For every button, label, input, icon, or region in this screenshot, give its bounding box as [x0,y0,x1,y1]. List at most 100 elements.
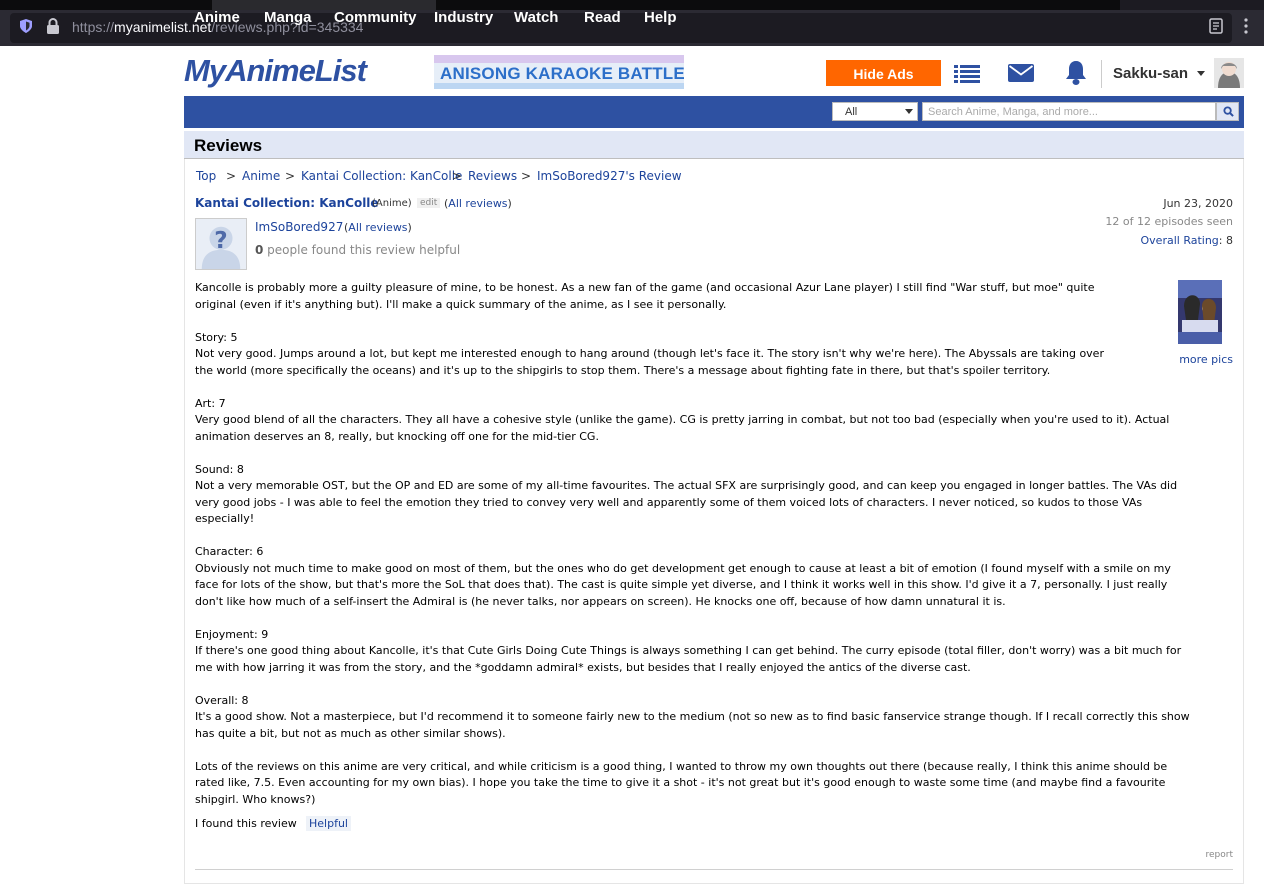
review-line: don't like how much of a self-insert the… [195,594,1006,608]
review-line: Sound: 8 [195,462,244,476]
anime-list-icon[interactable] [954,64,980,84]
review-line: very good jobs - I was able to feel the … [195,495,1143,509]
review-line: face for lots of the show, but that's mo… [195,578,1168,591]
chevron-down-icon[interactable] [1197,71,1205,76]
browser-tab[interactable] [1120,0,1264,10]
reader-view-icon[interactable] [1209,18,1223,34]
review-line: It's a good show. Not a masterpiece, but… [195,710,1190,723]
nav-read[interactable]: Read [584,9,621,26]
review-line: Kancolle is probably more a guilty pleas… [195,281,1095,294]
page-title: Reviews [194,136,263,155]
review-text: Kancolle is probably more a guilty pleas… [195,280,1225,808]
review-line: the world (more specifically the oceans)… [195,363,1051,377]
anime-title-link[interactable]: Kantai Collection: KanColle [195,196,379,210]
browser-tab-strip [0,0,1264,10]
site-logo[interactable]: MyAnimeList [184,53,367,89]
breadcrumb-separator: > [226,169,237,183]
review-line: Not a very memorable OST, but the OP and… [195,479,1178,492]
nav-help[interactable]: Help [644,9,677,26]
helpful-button[interactable]: Helpful [306,816,351,831]
review-line: Art: 7 [195,396,226,410]
tracking-shield-icon[interactable] [20,19,32,33]
reviewer-all-reviews-group: (All reviews) [344,221,412,234]
nav-industry[interactable]: Industry [434,9,493,26]
breadcrumb-title[interactable]: Kantai Collection: KanColle [301,169,462,183]
overall-rating-label: Overall Rating [1140,234,1219,247]
anime-type: (Anime) [372,198,412,209]
episodes-seen: 12 of 12 episodes seen [1105,215,1233,228]
search-category-select[interactable]: All [832,102,918,121]
search-button[interactable] [1216,102,1239,121]
banner-text: ANISONG KARAOKE BATTLE [440,64,684,83]
review-line: especially! [195,512,255,525]
search-input[interactable]: Search Anime, Manga, and more... [922,102,1216,121]
review-line: Character: 6 [195,545,264,558]
report-link[interactable]: report [1180,850,1234,860]
reviewer-all-reviews-link[interactable]: All reviews [348,221,407,234]
reviewer-avatar[interactable]: ? [195,218,247,270]
lock-icon[interactable] [46,18,60,34]
review-line: Story: 5 [195,330,238,344]
overall-rating: Overall Rating: 8 [1100,234,1233,247]
breadcrumb-separator: > [285,169,296,183]
found-helpful-label: I found this review [195,817,297,830]
review-date: Jun 23, 2020 [1163,197,1233,210]
divider [195,869,1233,870]
review-line: Overall: 8 [195,693,249,707]
header-divider [1101,60,1102,88]
hide-ads-button[interactable]: Hide Ads [826,60,941,86]
breadcrumb-anime[interactable]: Anime [242,169,280,183]
search-category-value: All [845,106,858,118]
edit-link[interactable]: edit [417,198,441,208]
avatar-image [1214,58,1244,88]
breadcrumb-top[interactable]: Top [196,169,216,183]
svg-text:?: ? [214,228,227,254]
nav-watch[interactable]: Watch [514,9,558,26]
paren-close: ) [507,197,512,210]
user-avatar[interactable] [1214,58,1244,88]
review-line: Not very good. Jumps around a lot, but k… [195,347,1104,360]
breadcrumb-current[interactable]: ImSoBored927's Review [537,169,682,183]
review-line: Obviously not much time to make good on … [195,561,1171,575]
more-menu-icon[interactable] [1243,17,1249,35]
search-icon [1223,106,1234,117]
review-line: original (even if it's anything but). I'… [195,297,727,311]
user-menu[interactable]: Sakku-san [1113,65,1188,82]
all-reviews-link[interactable]: All reviews [448,197,507,210]
nav-manga[interactable]: Manga [264,9,312,26]
breadcrumb-reviews[interactable]: Reviews [468,169,517,183]
page-header: Reviews [184,131,1244,159]
helpful-count-label: people found this review helpful [263,243,461,257]
overall-rating-value: : 8 [1218,234,1233,247]
reviewer-name-link[interactable]: ImSoBored927 [255,220,343,234]
url-scheme: https:// [72,19,115,35]
breadcrumb-separator: > [452,169,463,183]
review-line: rated like, 7.5. Even accounting for my … [195,776,1166,789]
review-line: Lots of the reviews on this anime are ve… [195,759,1168,773]
banner-top-strip [434,55,684,63]
default-avatar-icon: ? [196,219,246,269]
promo-banner[interactable]: ANISONG KARAOKE BATTLE [434,55,684,89]
review-line: animation deserves an 8, really, but kno… [195,429,599,443]
review-line: me with how jarring it was from the stor… [195,660,971,674]
review-line: Very good blend of all the characters. T… [195,413,1170,426]
review-line: has quite a bit, but not as much as othe… [195,726,506,740]
nav-community[interactable]: Community [334,9,417,26]
all-reviews-group: (All reviews) [444,197,512,210]
helpful-count-text: 0 people found this review helpful [255,243,460,257]
mail-icon[interactable] [1008,64,1034,82]
notification-bell-icon[interactable] [1064,60,1088,86]
review-line: shipgirl. Who knows?) [195,792,316,806]
nav-anime[interactable]: Anime [194,9,240,26]
review-line: If there's one good thing about Kancolle… [195,644,1182,657]
chevron-down-icon [905,109,913,114]
paren-close: ) [407,221,412,234]
review-line: Enjoyment: 9 [195,627,269,641]
